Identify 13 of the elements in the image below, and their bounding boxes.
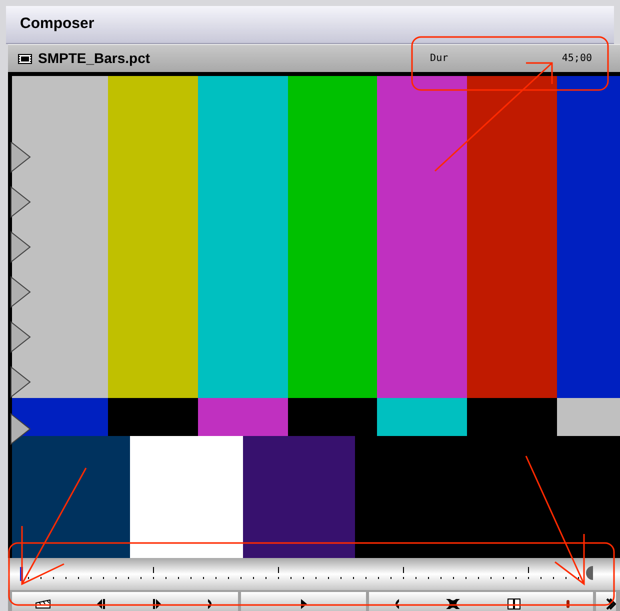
film-icon [18,54,32,64]
mark-clip-icon[interactable] [445,598,462,610]
timeline-ruler[interactable] [8,558,620,590]
window-title: Composer [20,14,94,34]
out-point-handle[interactable] [586,566,593,580]
marker-icon[interactable] [566,598,570,608]
duration-label: Dur [430,52,448,66]
clip-name: SMPTE_Bars.pct [38,49,150,68]
play-icon[interactable] [300,598,308,610]
more-icon[interactable] [606,598,616,610]
step-forward-icon[interactable] [152,598,162,610]
duration-value: 45;00 [562,52,592,66]
step-back-icon[interactable] [96,598,106,610]
